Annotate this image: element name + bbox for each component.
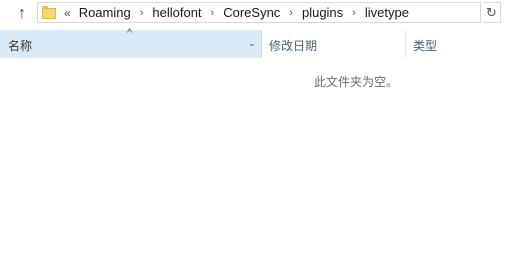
refresh-button[interactable]: ↻ [483,2,501,23]
breadcrumb-separator-icon[interactable]: › [211,7,215,19]
sort-ascending-icon: ^ [127,27,133,39]
address-bar[interactable]: « Roaming › hellofont › CoreSync › plugi… [37,2,481,23]
breadcrumb-separator-icon[interactable]: › [352,7,356,19]
column-header-row: 名称 ^ ⌄ 修改日期 类型 [0,27,509,58]
file-explorer-window: ↑ « Roaming › hellofont › CoreSync › plu… [0,0,509,264]
empty-folder-message: 此文件夹为空。 [313,75,398,89]
breadcrumb-item-livetype[interactable]: livetype [365,5,409,20]
column-header-type-label: 类型 [413,39,438,53]
refresh-icon: ↻ [486,4,497,20]
address-row: ↑ « Roaming › hellofont › CoreSync › plu… [0,0,509,28]
breadcrumb-item-plugins[interactable]: plugins [302,5,343,20]
breadcrumb-item-coresync[interactable]: CoreSync [223,5,280,20]
column-header-name-label: 名称 [8,39,33,53]
chevron-down-icon[interactable]: ⌄ [248,38,256,49]
breadcrumb-item-roaming[interactable]: Roaming [79,5,131,20]
breadcrumb-separator-icon[interactable]: › [289,7,293,19]
column-header-name[interactable]: 名称 ^ ⌄ [0,27,262,58]
breadcrumb-item-hellofont[interactable]: hellofont [152,5,201,20]
up-arrow-icon: ↑ [18,5,26,22]
breadcrumb-overflow-button[interactable]: « [64,6,71,20]
folder-icon [42,6,56,19]
breadcrumb-separator-icon[interactable]: › [140,7,144,19]
column-header-date-label: 修改日期 [269,39,318,53]
up-button[interactable]: ↑ [11,4,33,24]
column-header-date-modified[interactable]: 修改日期 [262,30,406,58]
column-header-type[interactable]: 类型 [406,30,509,58]
